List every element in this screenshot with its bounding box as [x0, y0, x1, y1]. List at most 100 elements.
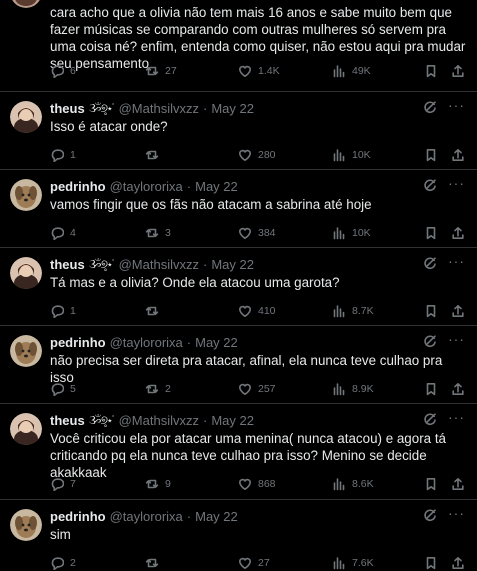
reply-button[interactable]: 4 [50, 225, 76, 241]
like-button[interactable]: 868 [238, 476, 276, 492]
bookmark-icon[interactable] [424, 148, 438, 162]
more-icon[interactable]: ··· [448, 97, 465, 113]
reply-count: 2 [70, 557, 76, 569]
reply-button[interactable]: 1 [50, 303, 76, 319]
views-button[interactable]: 49K [332, 63, 371, 79]
display-name[interactable]: pedrinho [50, 335, 106, 350]
like-button[interactable]: 384 [238, 225, 276, 241]
views-icon [333, 227, 345, 240]
grok-icon[interactable] [423, 412, 437, 426]
more-icon[interactable]: ··· [448, 175, 465, 191]
views-icon [333, 65, 345, 78]
views-button[interactable]: 10K [332, 225, 371, 241]
grok-icon[interactable] [423, 334, 437, 348]
tweet-date[interactable]: May 22 [195, 509, 238, 524]
username[interactable]: @Mathsilvxzz [119, 413, 199, 428]
tweet-date[interactable]: May 22 [195, 335, 238, 350]
reply-button[interactable]: 5 [50, 381, 76, 397]
share-icon[interactable] [451, 148, 465, 162]
like-button[interactable]: 280 [238, 147, 276, 163]
avatar[interactable] [10, 101, 42, 133]
retweet-count: 2 [165, 383, 171, 395]
avatar[interactable] [10, 335, 42, 367]
views-button[interactable]: 7.6K [332, 555, 374, 571]
like-button[interactable]: 257 [238, 381, 276, 397]
reply-button[interactable]: 2 [50, 555, 76, 571]
retweet-button[interactable] [145, 555, 165, 571]
tweet-date[interactable]: May 22 [211, 101, 254, 116]
username[interactable]: @tayloror‌ixa [110, 509, 183, 524]
tweet-date[interactable]: May 22 [195, 179, 238, 194]
avatar[interactable] [10, 413, 42, 445]
retweet-button[interactable] [145, 147, 165, 163]
share-icon[interactable] [451, 64, 465, 78]
views-button[interactable]: 8.6K [332, 476, 374, 492]
display-name[interactable]: pedrinho [50, 179, 106, 194]
tweet-date[interactable]: May 22 [211, 413, 254, 428]
tweet-date[interactable]: May 22 [211, 257, 254, 272]
display-name[interactable]: pedrinho [50, 509, 106, 524]
views-button[interactable]: 8.9K [332, 381, 374, 397]
name-emoji: ૐ୭̥⋆˙ [88, 412, 116, 427]
tweet[interactable]: cara acho que a olivia não tem mais 16 a… [0, 0, 477, 92]
retweet-button[interactable]: 3 [145, 225, 171, 241]
username[interactable]: @tayloror‌ixa [110, 335, 183, 350]
retweet-button[interactable]: 2 [145, 381, 171, 397]
avatar[interactable] [10, 509, 42, 541]
retweet-button[interactable]: 9 [145, 476, 171, 492]
retweet-button[interactable] [145, 303, 165, 319]
bookmark-icon[interactable] [424, 556, 438, 570]
tweet[interactable]: theus ૐ୭̥⋆˙ @Mathsilvxzz · May 22 ··· Tá mas e… [0, 248, 477, 326]
share-icon[interactable] [451, 382, 465, 396]
share-icon[interactable] [451, 477, 465, 491]
bookmark-icon[interactable] [424, 64, 438, 78]
display-name[interactable]: theus [50, 413, 85, 428]
more-icon[interactable]: ··· [448, 409, 465, 425]
tweet-text: cara acho que a olivia não tem mais 16 a… [50, 5, 466, 71]
bookmark-icon[interactable] [424, 382, 438, 396]
views-count: 10K [352, 149, 371, 161]
avatar[interactable] [10, 179, 42, 211]
more-icon[interactable]: ··· [448, 253, 465, 269]
grok-icon[interactable] [423, 256, 437, 270]
avatar[interactable] [10, 257, 42, 289]
tweet[interactable]: pedrinho @tayloror‌ixa · May 22 ··· sim 2 27 7.6… [0, 500, 477, 570]
username[interactable]: @tayloror‌ixa [110, 179, 183, 194]
share-icon[interactable] [451, 304, 465, 318]
grok-icon[interactable] [423, 508, 437, 522]
bookmark-icon[interactable] [424, 304, 438, 318]
views-button[interactable]: 10K [332, 147, 371, 163]
grok-icon[interactable] [423, 178, 437, 192]
avatar[interactable] [10, 0, 42, 8]
retweet-button[interactable]: 27 [145, 63, 177, 79]
username[interactable]: @Mathsilvxzz [119, 257, 199, 272]
reply-button[interactable]: 7 [50, 476, 76, 492]
bookmark-icon[interactable] [424, 477, 438, 491]
display-name[interactable]: theus [50, 257, 85, 272]
like-icon [239, 557, 251, 570]
reply-button[interactable]: 1 [50, 147, 76, 163]
share-icon[interactable] [451, 556, 465, 570]
share-icon[interactable] [451, 226, 465, 240]
more-icon[interactable]: ··· [448, 505, 465, 521]
more-icon[interactable]: ··· [448, 331, 465, 347]
reply-button[interactable]: 6 [50, 63, 76, 79]
tweet[interactable]: pedrinho @tayloror‌ixa · May 22 ··· não preci… [0, 326, 477, 404]
display-name[interactable]: theus [50, 101, 85, 116]
tweet[interactable]: pedrinho @tayloror‌ixa · May 22 ··· vamos fin… [0, 170, 477, 248]
views-button[interactable]: 8.7K [332, 303, 374, 319]
views-count: 8.7K [352, 305, 374, 317]
like-button[interactable]: 410 [238, 303, 276, 319]
bookmark-icon[interactable] [424, 226, 438, 240]
reply-count: 1 [70, 149, 76, 161]
like-button[interactable]: 1.4K [238, 63, 280, 79]
tweet-actions: 6 27 1.4K 49K [50, 63, 467, 79]
like-button[interactable]: 27 [238, 555, 270, 571]
grok-icon[interactable] [423, 100, 437, 114]
username[interactable]: @Mathsilvxzz [119, 101, 199, 116]
tweet[interactable]: theus ૐ୭̥⋆˙ @Mathsilvxzz · May 22 ··· Você cri… [0, 404, 477, 500]
tweet[interactable]: theus ૐ୭̥⋆˙ @Mathsilvxzz · May 22 ··· Isso é a… [0, 92, 477, 170]
views-count: 8.6K [352, 478, 374, 490]
reply-count: 6 [70, 65, 76, 77]
retweet-count: 3 [165, 227, 171, 239]
